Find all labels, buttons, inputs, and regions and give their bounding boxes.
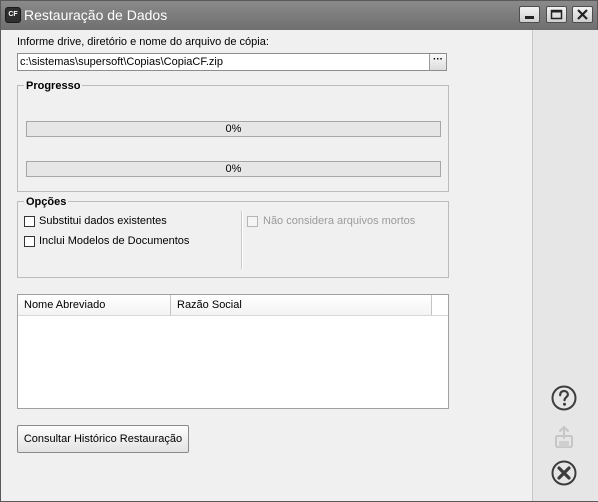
progress-bar-1-label: 0% <box>225 123 242 135</box>
close-x-icon <box>577 9 588 20</box>
options-divider <box>241 211 243 269</box>
browse-button[interactable]: ··· <box>429 54 446 70</box>
app-logo-icon: CF <box>5 7 21 23</box>
file-path-label: Informe drive, diretório e nome do arqui… <box>17 36 269 48</box>
minimize-button[interactable] <box>519 6 540 23</box>
maximize-button[interactable] <box>546 6 567 23</box>
progress-bar-1: 0% <box>26 121 441 137</box>
column-header-nome-abreviado[interactable]: Nome Abreviado <box>18 295 171 315</box>
restore-window: CF Restauração de Dados Informe drive, d… <box>0 0 598 502</box>
progress-bar-2: 0% <box>26 161 441 177</box>
options-group-title: Opções <box>24 196 69 208</box>
include-models-checkbox[interactable] <box>24 236 35 247</box>
history-button[interactable]: Consultar Histórico Restauração <box>17 425 189 453</box>
ignore-dead-files-label: Não considera arquivos mortos <box>263 215 416 227</box>
export-icon[interactable] <box>550 423 578 451</box>
substitute-data-label[interactable]: Substitui dados existentes <box>39 215 167 227</box>
substitute-data-checkbox[interactable] <box>24 216 35 227</box>
include-models-label[interactable]: Inclui Modelos de Documentos <box>39 235 189 247</box>
ignore-dead-files-checkbox[interactable] <box>247 216 258 227</box>
minimize-icon <box>525 16 534 19</box>
help-icon[interactable] <box>550 384 578 412</box>
window-title: Restauração de Dados <box>24 7 168 23</box>
maximize-icon <box>550 9 563 20</box>
side-panel <box>532 30 598 501</box>
close-icon[interactable] <box>550 459 578 487</box>
options-group: Opções Substitui dados existentes Inclui… <box>17 196 449 278</box>
list-header: Nome Abreviado Razão Social <box>18 295 448 316</box>
progress-group: Progresso 0% 0% <box>17 80 449 192</box>
file-path-input[interactable] <box>17 53 447 71</box>
company-list[interactable]: Nome Abreviado Razão Social <box>17 294 449 409</box>
title-bar[interactable]: CF Restauração de Dados <box>1 1 597 30</box>
progress-bar-2-label: 0% <box>225 163 242 175</box>
column-header-razao-social[interactable]: Razão Social <box>171 295 432 315</box>
progress-group-title: Progresso <box>24 80 83 92</box>
window-close-button[interactable] <box>572 6 593 23</box>
